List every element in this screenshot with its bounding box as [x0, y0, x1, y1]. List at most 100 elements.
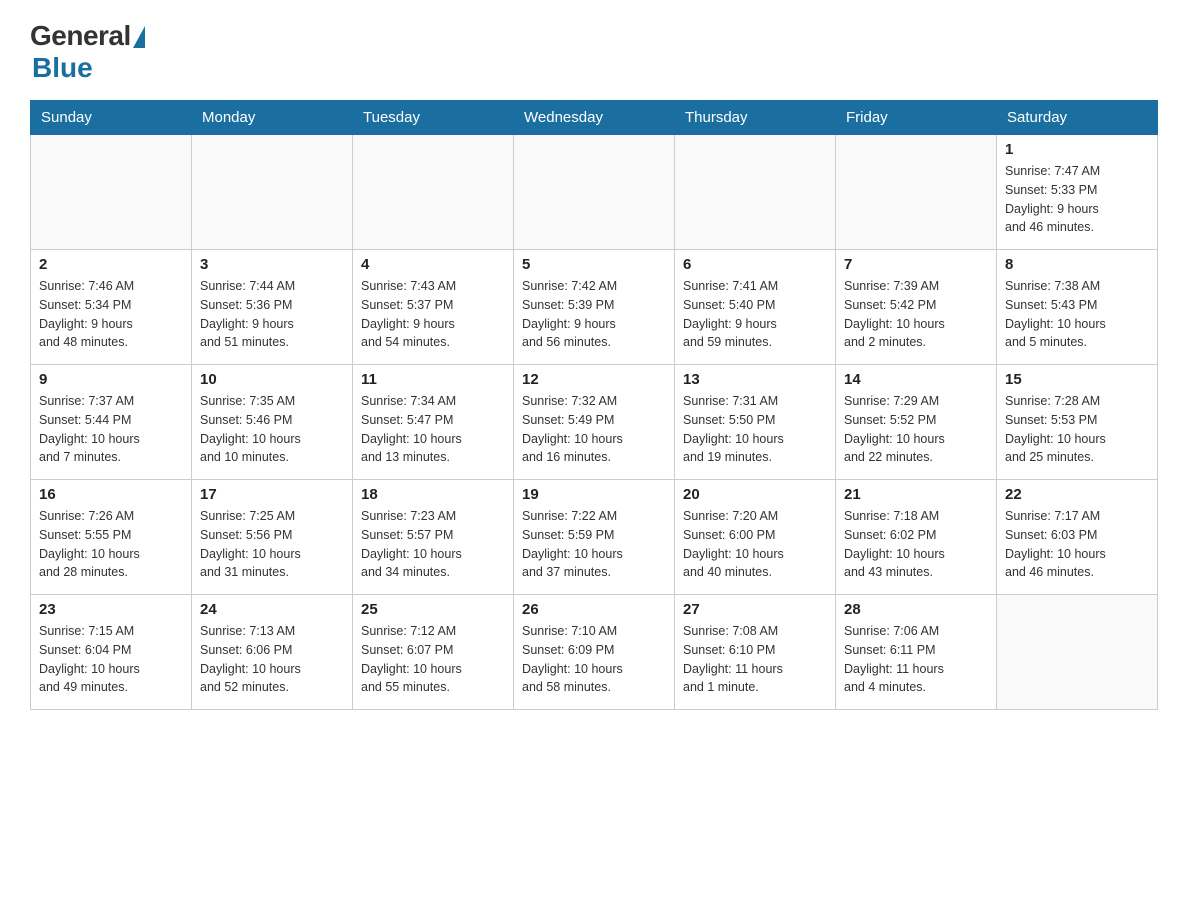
day-info: Sunrise: 7:31 AM Sunset: 5:50 PM Dayligh…	[683, 392, 827, 467]
day-info: Sunrise: 7:23 AM Sunset: 5:57 PM Dayligh…	[361, 507, 505, 582]
day-of-week-header: Sunday	[31, 101, 192, 135]
day-info: Sunrise: 7:17 AM Sunset: 6:03 PM Dayligh…	[1005, 507, 1149, 582]
calendar-week-row: 16Sunrise: 7:26 AM Sunset: 5:55 PM Dayli…	[31, 480, 1158, 595]
calendar-day-cell: 12 Sunrise: 7:32 AM Sunset: 5:49 PM Dayli…	[514, 365, 675, 480]
calendar-day-cell: 15Sunrise: 7:28 AM Sunset: 5:53 PM Dayli…	[997, 365, 1158, 480]
day-info: Sunrise: 7:18 AM Sunset: 6:02 PM Dayligh…	[844, 507, 988, 582]
calendar-day-cell: 17 Sunrise: 7:25 AM Sunset: 5:56 PM Dayli…	[192, 480, 353, 595]
calendar-day-cell: 18 Sunrise: 7:23 AM Sunset: 5:57 PM Dayli…	[353, 480, 514, 595]
day-info: Sunrise: 7:06 AM Sunset: 6:11 PM Dayligh…	[844, 622, 988, 697]
day-info: Sunrise: 7:47 AM Sunset: 5:33 PM Dayligh…	[1005, 162, 1149, 237]
day-info: Sunrise: 7:37 AM Sunset: 5:44 PM Dayligh…	[39, 392, 183, 467]
calendar-day-cell: 2 Sunrise: 7:46 AM Sunset: 5:34 PM Daylig…	[31, 250, 192, 365]
day-number: 27	[683, 601, 827, 618]
day-number: 17	[200, 486, 344, 503]
day-of-week-header: Thursday	[675, 101, 836, 135]
calendar-day-cell: 24 Sunrise: 7:13 AM Sunset: 6:06 PM Dayli…	[192, 595, 353, 710]
day-info: Sunrise: 7:38 AM Sunset: 5:43 PM Dayligh…	[1005, 277, 1149, 352]
calendar-table: SundayMondayTuesdayWednesdayThursdayFrid…	[30, 100, 1158, 710]
calendar-day-cell: 28 Sunrise: 7:06 AM Sunset: 6:11 PM Dayli…	[836, 595, 997, 710]
day-of-week-header: Friday	[836, 101, 997, 135]
logo-triangle-icon	[133, 26, 145, 48]
day-number: 24	[200, 601, 344, 618]
day-number: 26	[522, 601, 666, 618]
page-header: General Blue	[30, 20, 1158, 84]
day-info: Sunrise: 7:42 AM Sunset: 5:39 PM Dayligh…	[522, 277, 666, 352]
day-info: Sunrise: 7:35 AM Sunset: 5:46 PM Dayligh…	[200, 392, 344, 467]
day-info: Sunrise: 7:08 AM Sunset: 6:10 PM Dayligh…	[683, 622, 827, 697]
logo: General Blue	[30, 20, 145, 84]
calendar-week-row: 1 Sunrise: 7:47 AM Sunset: 5:33 PM Daylig…	[31, 135, 1158, 250]
day-number: 6	[683, 256, 827, 273]
calendar-day-cell	[675, 135, 836, 250]
calendar-week-row: 2 Sunrise: 7:46 AM Sunset: 5:34 PM Daylig…	[31, 250, 1158, 365]
calendar-day-cell	[353, 135, 514, 250]
day-number: 9	[39, 371, 183, 388]
day-number: 12	[522, 371, 666, 388]
day-info: Sunrise: 7:32 AM Sunset: 5:49 PM Dayligh…	[522, 392, 666, 467]
day-info: Sunrise: 7:22 AM Sunset: 5:59 PM Dayligh…	[522, 507, 666, 582]
day-number: 20	[683, 486, 827, 503]
calendar-day-cell: 10 Sunrise: 7:35 AM Sunset: 5:46 PM Dayli…	[192, 365, 353, 480]
day-of-week-header: Wednesday	[514, 101, 675, 135]
calendar-week-row: 9 Sunrise: 7:37 AM Sunset: 5:44 PM Daylig…	[31, 365, 1158, 480]
day-number: 28	[844, 601, 988, 618]
day-number: 4	[361, 256, 505, 273]
day-number: 16	[39, 486, 183, 503]
day-info: Sunrise: 7:41 AM Sunset: 5:40 PM Dayligh…	[683, 277, 827, 352]
day-number: 21	[844, 486, 988, 503]
day-of-week-header: Tuesday	[353, 101, 514, 135]
day-number: 25	[361, 601, 505, 618]
calendar-day-cell	[192, 135, 353, 250]
day-number: 1	[1005, 141, 1149, 158]
day-info: Sunrise: 7:34 AM Sunset: 5:47 PM Dayligh…	[361, 392, 505, 467]
day-info: Sunrise: 7:25 AM Sunset: 5:56 PM Dayligh…	[200, 507, 344, 582]
calendar-day-cell: 21 Sunrise: 7:18 AM Sunset: 6:02 PM Dayli…	[836, 480, 997, 595]
calendar-day-cell: 22 Sunrise: 7:17 AM Sunset: 6:03 PM Dayli…	[997, 480, 1158, 595]
calendar-day-cell	[836, 135, 997, 250]
day-number: 23	[39, 601, 183, 618]
day-info: Sunrise: 7:13 AM Sunset: 6:06 PM Dayligh…	[200, 622, 344, 697]
logo-blue-text: Blue	[32, 52, 93, 84]
day-number: 7	[844, 256, 988, 273]
day-of-week-header: Saturday	[997, 101, 1158, 135]
calendar-day-cell: 23 Sunrise: 7:15 AM Sunset: 6:04 PM Dayli…	[31, 595, 192, 710]
calendar-day-cell: 7 Sunrise: 7:39 AM Sunset: 5:42 PM Daylig…	[836, 250, 997, 365]
day-number: 3	[200, 256, 344, 273]
day-number: 14	[844, 371, 988, 388]
day-number: 22	[1005, 486, 1149, 503]
day-info: Sunrise: 7:20 AM Sunset: 6:00 PM Dayligh…	[683, 507, 827, 582]
calendar-day-cell: 19 Sunrise: 7:22 AM Sunset: 5:59 PM Dayli…	[514, 480, 675, 595]
day-info: Sunrise: 7:12 AM Sunset: 6:07 PM Dayligh…	[361, 622, 505, 697]
day-number: 8	[1005, 256, 1149, 273]
day-number: 19	[522, 486, 666, 503]
calendar-day-cell: 16Sunrise: 7:26 AM Sunset: 5:55 PM Dayli…	[31, 480, 192, 595]
day-number: 11	[361, 371, 505, 388]
day-number: 2	[39, 256, 183, 273]
day-info: Sunrise: 7:44 AM Sunset: 5:36 PM Dayligh…	[200, 277, 344, 352]
calendar-day-cell: 5 Sunrise: 7:42 AM Sunset: 5:39 PM Daylig…	[514, 250, 675, 365]
calendar-day-cell	[997, 595, 1158, 710]
day-of-week-header: Monday	[192, 101, 353, 135]
calendar-day-cell: 14Sunrise: 7:29 AM Sunset: 5:52 PM Dayli…	[836, 365, 997, 480]
calendar-day-cell: 8 Sunrise: 7:38 AM Sunset: 5:43 PM Daylig…	[997, 250, 1158, 365]
logo-general-text: General	[30, 20, 131, 52]
day-number: 10	[200, 371, 344, 388]
calendar-day-cell: 11 Sunrise: 7:34 AM Sunset: 5:47 PM Dayli…	[353, 365, 514, 480]
day-number: 18	[361, 486, 505, 503]
calendar-header-row: SundayMondayTuesdayWednesdayThursdayFrid…	[31, 101, 1158, 135]
day-number: 15	[1005, 371, 1149, 388]
day-info: Sunrise: 7:46 AM Sunset: 5:34 PM Dayligh…	[39, 277, 183, 352]
day-info: Sunrise: 7:39 AM Sunset: 5:42 PM Dayligh…	[844, 277, 988, 352]
calendar-week-row: 23 Sunrise: 7:15 AM Sunset: 6:04 PM Dayli…	[31, 595, 1158, 710]
calendar-day-cell: 3 Sunrise: 7:44 AM Sunset: 5:36 PM Daylig…	[192, 250, 353, 365]
calendar-day-cell	[514, 135, 675, 250]
day-number: 5	[522, 256, 666, 273]
day-info: Sunrise: 7:15 AM Sunset: 6:04 PM Dayligh…	[39, 622, 183, 697]
day-number: 13	[683, 371, 827, 388]
day-info: Sunrise: 7:10 AM Sunset: 6:09 PM Dayligh…	[522, 622, 666, 697]
calendar-day-cell: 9 Sunrise: 7:37 AM Sunset: 5:44 PM Daylig…	[31, 365, 192, 480]
calendar-day-cell: 26 Sunrise: 7:10 AM Sunset: 6:09 PM Dayli…	[514, 595, 675, 710]
calendar-day-cell: 25 Sunrise: 7:12 AM Sunset: 6:07 PM Dayli…	[353, 595, 514, 710]
calendar-day-cell: 27 Sunrise: 7:08 AM Sunset: 6:10 PM Dayli…	[675, 595, 836, 710]
